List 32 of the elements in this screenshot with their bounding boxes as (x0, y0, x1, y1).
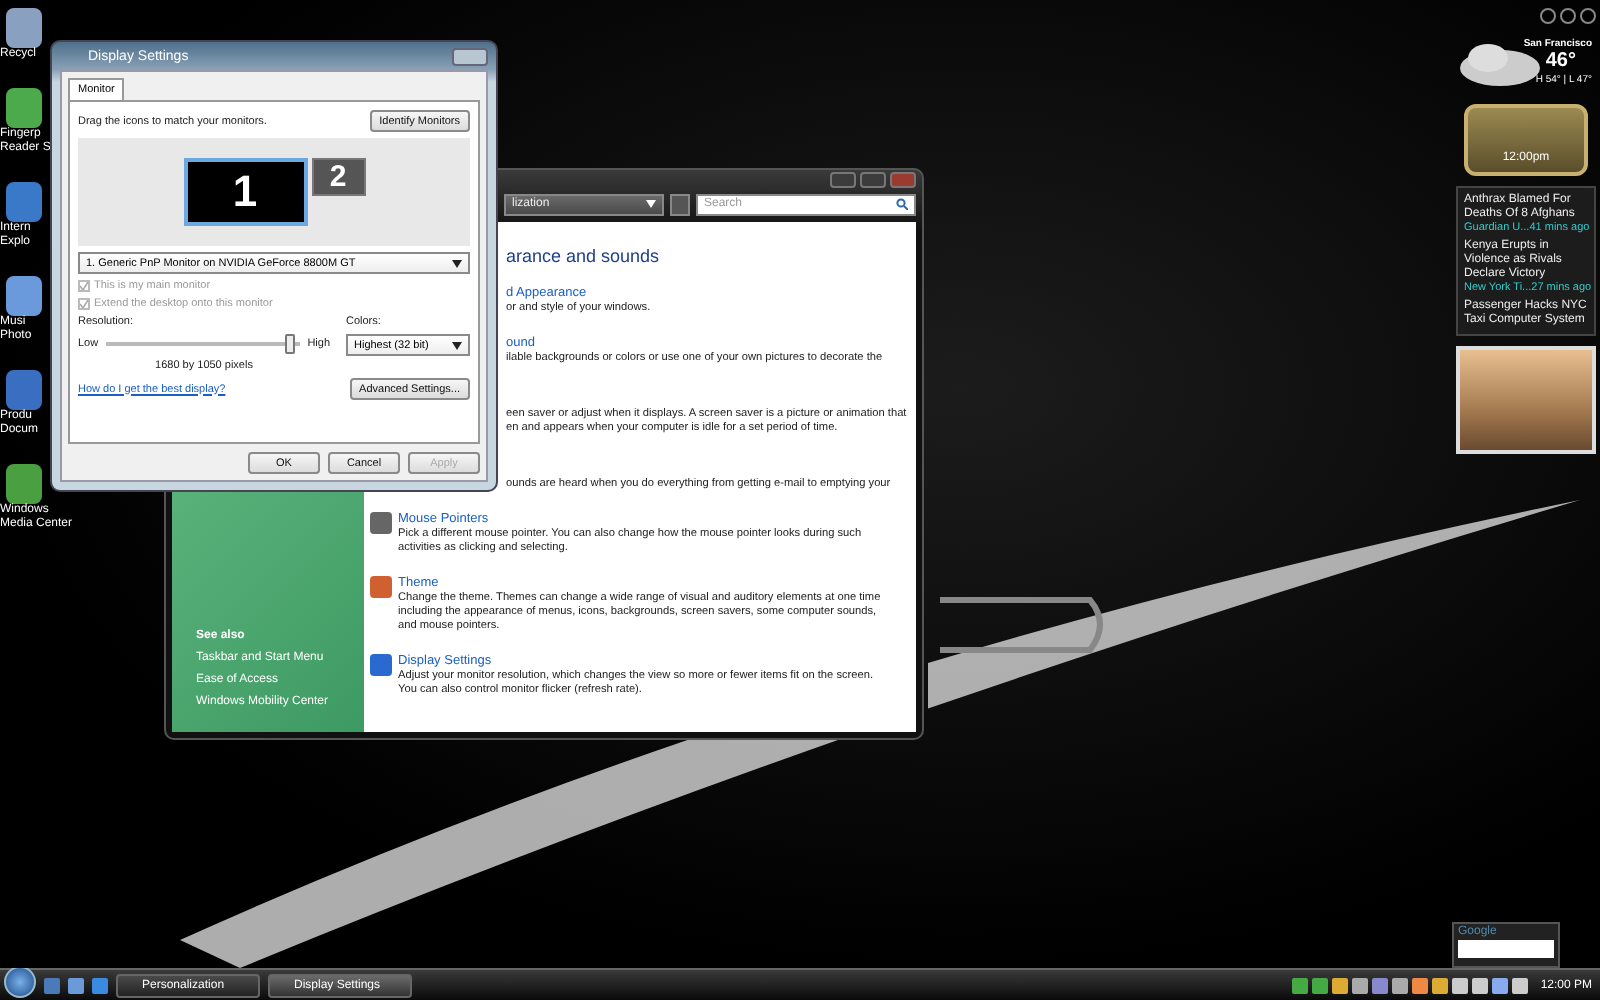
monitor-tile[interactable]: 2 (311, 158, 365, 196)
add-gadget-button[interactable] (1540, 8, 1556, 24)
desktop-shortcut-icon[interactable] (6, 88, 42, 128)
photo-placeholder (1456, 346, 1596, 454)
setting-icon (370, 512, 392, 534)
desktop-shortcut-icon[interactable] (6, 276, 42, 316)
slider-thumb[interactable] (284, 334, 295, 354)
desktop-shortcut-icon[interactable] (6, 8, 42, 48)
close-button[interactable] (452, 47, 488, 65)
next-button[interactable] (1580, 8, 1596, 24)
search-icon (896, 198, 908, 210)
caret-icon (452, 341, 462, 349)
browser-icon[interactable] (92, 977, 108, 993)
previous-button[interactable] (1560, 8, 1576, 24)
search-field[interactable] (1458, 940, 1554, 958)
weather-temperature: 46° (1545, 50, 1576, 72)
desktop-shortcut-icon[interactable] (6, 182, 42, 222)
switch-windows-icon[interactable] (68, 977, 84, 993)
refresh-button[interactable] (670, 193, 690, 215)
setting-icon (370, 654, 392, 676)
cloud-icon (1456, 38, 1544, 90)
show-desktop-icon[interactable] (44, 977, 60, 993)
minimize-button[interactable] (830, 172, 856, 188)
start-button[interactable] (4, 966, 36, 998)
desktop-shortcut-icon[interactable] (6, 464, 42, 504)
monitor-tile[interactable]: 1 (183, 158, 307, 226)
maximize-button[interactable] (860, 172, 886, 188)
desktop-shortcut-icon[interactable] (6, 370, 42, 410)
caret-icon (452, 259, 462, 267)
caret-icon (646, 200, 656, 208)
page-heading: arance and sounds (506, 246, 660, 266)
setting-icon (370, 576, 392, 598)
